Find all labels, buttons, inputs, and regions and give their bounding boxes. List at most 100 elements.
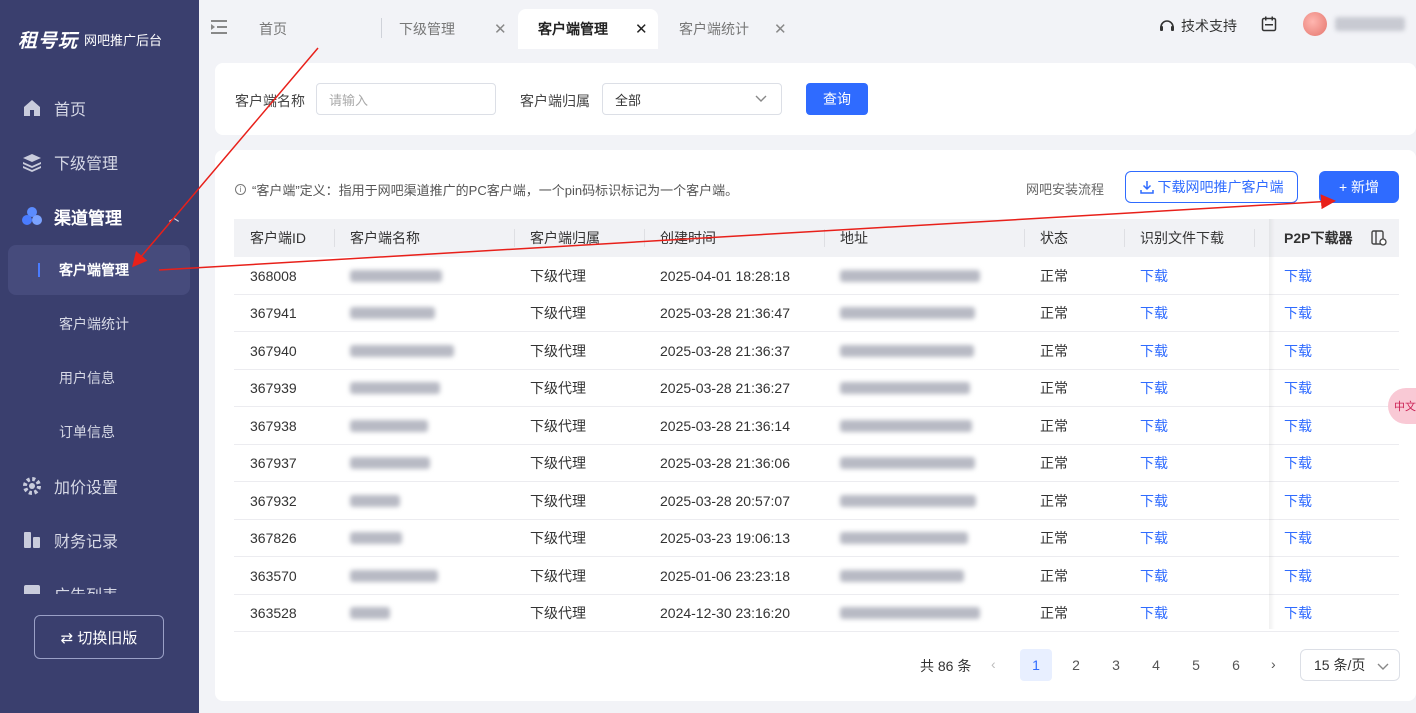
redacted-text (350, 419, 428, 432)
calendar-icon[interactable] (1261, 16, 1277, 32)
redacted-text (840, 419, 972, 432)
file-download-link[interactable]: 下载 (1140, 595, 1168, 632)
p2p-download-link[interactable]: 下载 (1284, 370, 1312, 407)
file-download-link[interactable]: 下载 (1140, 407, 1168, 444)
cell-created-time: 2025-04-01 18:28:18 (660, 267, 790, 284)
switch-old-version-button[interactable]: ⇄ 切换旧版 (34, 615, 164, 659)
page-number[interactable]: 4 (1140, 649, 1172, 681)
p2p-download-link[interactable]: 下载 (1284, 557, 1312, 594)
cell-status: 正常 (1040, 567, 1068, 584)
file-download-link[interactable]: 下载 (1140, 520, 1168, 557)
column-header-address: 地址 (840, 230, 868, 246)
file-download-link[interactable]: 下载 (1140, 557, 1168, 594)
avatar[interactable] (1303, 12, 1327, 36)
cell-owner: 下级代理 (530, 605, 586, 621)
file-download-link[interactable]: 下载 (1140, 445, 1168, 482)
download-client-button[interactable]: 下载网吧推广客户端 (1125, 171, 1298, 203)
install-flow-link[interactable]: 网吧安装流程 (1026, 179, 1104, 198)
tab-home[interactable]: 首页 (259, 10, 287, 48)
language-float-button[interactable]: 中文 (1388, 388, 1416, 424)
sidebar-item-ads[interactable]: 广告列表 (0, 572, 199, 594)
tech-support-label: 技术支持 (1181, 18, 1237, 34)
gear-icon (23, 477, 41, 495)
page-number[interactable]: 2 (1060, 649, 1092, 681)
column-header-file-download: 识别文件下载 (1140, 230, 1224, 246)
column-divider (644, 229, 645, 247)
p2p-download-link[interactable]: 下载 (1284, 407, 1312, 444)
sidebar-item-order-info[interactable]: 订单信息 (0, 410, 199, 454)
column-divider (1024, 229, 1025, 247)
file-download-link[interactable]: 下载 (1140, 482, 1168, 519)
cell-address-redacted (840, 407, 972, 444)
sidebar-item-finance[interactable]: 财务记录 (0, 518, 199, 562)
close-icon[interactable]: ✕ (635, 20, 648, 38)
sidebar-item-subordinates[interactable]: 下级管理 (0, 140, 199, 184)
client-name-input[interactable]: 请输入 (316, 83, 496, 115)
p2p-download-link[interactable]: 下载 (1284, 595, 1312, 632)
tab-subordinates[interactable]: 下级管理 ✕ (399, 10, 509, 48)
p2p-download-link[interactable]: 下载 (1284, 445, 1312, 482)
logo-mark: 租号玩 (18, 31, 79, 52)
fixed-column-shadow (1269, 219, 1275, 629)
cell-status: 正常 (1040, 530, 1068, 546)
sidebar-item-label: 广告列表 (54, 582, 118, 594)
close-icon[interactable]: ✕ (494, 20, 507, 38)
chevron-down-icon (755, 95, 767, 102)
sidebar-item-channels[interactable]: 渠道管理 ︿ (0, 194, 199, 238)
menu-collapse-icon[interactable] (211, 20, 227, 34)
cell-client-id: 367938 (250, 417, 297, 434)
client-table-panel: i “客户端”定义：指用于网吧渠道推广的PC客户端，一个pin码标识标记为一个客… (215, 150, 1416, 701)
cell-client-name-redacted (350, 295, 435, 332)
sidebar-item-client-stats[interactable]: 客户端统计 (0, 302, 199, 346)
sidebar-item-home[interactable]: 首页 (0, 86, 199, 130)
p2p-download-link[interactable]: 下载 (1284, 332, 1312, 369)
tab-client-stats[interactable]: 客户端统计 ✕ (679, 10, 789, 48)
table-row: 367938 下级代理 2025-03-28 21:36:14 正常 下载 下载 (234, 407, 1399, 445)
sidebar-item-user-info[interactable]: 用户信息 (0, 356, 199, 400)
redacted-text (840, 344, 974, 357)
definition-text: “客户端”定义：指用于网吧渠道推广的PC客户端，一个pin码标识标记为一个客户端… (252, 183, 739, 198)
tab-client-management[interactable]: 客户端管理 ✕ (518, 9, 658, 49)
cell-created-time: 2025-03-28 21:36:37 (660, 342, 790, 359)
cell-client-name-redacted (350, 332, 454, 369)
redacted-text (350, 457, 430, 469)
username-redacted[interactable] (1335, 17, 1405, 31)
logo-subtitle: 网吧推广后台 (84, 33, 163, 48)
cell-address-redacted (840, 445, 975, 482)
tech-support-link[interactable]: 技术支持 (1159, 16, 1237, 36)
page-number[interactable]: 1 (1020, 649, 1052, 681)
chevron-up-icon: ︿ (169, 212, 179, 224)
page-number[interactable]: 6 (1220, 649, 1252, 681)
column-settings-icon[interactable] (1371, 230, 1387, 246)
download-icon (1139, 181, 1154, 194)
file-download-link[interactable]: 下载 (1140, 257, 1168, 294)
table-row: 367826 下级代理 2025-03-23 19:06:13 正常 下载 下载 (234, 520, 1399, 557)
p2p-download-link[interactable]: 下载 (1284, 482, 1312, 519)
file-download-link[interactable]: 下载 (1140, 332, 1168, 369)
sidebar-item-label: 财务记录 (54, 534, 119, 551)
table-row: 367941 下级代理 2025-03-28 21:36:47 正常 下载 下载 (234, 295, 1399, 332)
client-owner-select[interactable]: 全部 (602, 83, 782, 115)
page-size-select[interactable]: 15 条/页 (1300, 649, 1400, 681)
column-divider (334, 229, 335, 247)
p2p-download-link[interactable]: 下载 (1284, 257, 1312, 294)
layers-icon (23, 154, 41, 172)
p2p-download-link[interactable]: 下载 (1284, 295, 1312, 332)
add-button[interactable]: + 新增 (1319, 171, 1399, 203)
close-icon[interactable]: ✕ (774, 20, 787, 38)
prev-page-icon[interactable]: ‹ (991, 656, 996, 672)
file-download-link[interactable]: 下载 (1140, 370, 1168, 407)
sidebar-item-client-management[interactable]: 客户端管理 (8, 245, 190, 295)
file-download-link[interactable]: 下载 (1140, 295, 1168, 332)
next-page-icon[interactable]: › (1271, 656, 1276, 672)
tab-label: 首页 (259, 21, 287, 37)
logo: 租号玩 网吧推广后台 (18, 26, 162, 53)
page-number[interactable]: 5 (1180, 649, 1212, 681)
redacted-text (350, 494, 400, 507)
redacted-text (840, 532, 968, 544)
query-button[interactable]: 查询 (806, 83, 868, 115)
cell-client-name-redacted (350, 445, 430, 482)
p2p-download-link[interactable]: 下载 (1284, 520, 1312, 557)
sidebar-item-pricing[interactable]: 加价设置 (0, 464, 199, 508)
page-number[interactable]: 3 (1100, 649, 1132, 681)
